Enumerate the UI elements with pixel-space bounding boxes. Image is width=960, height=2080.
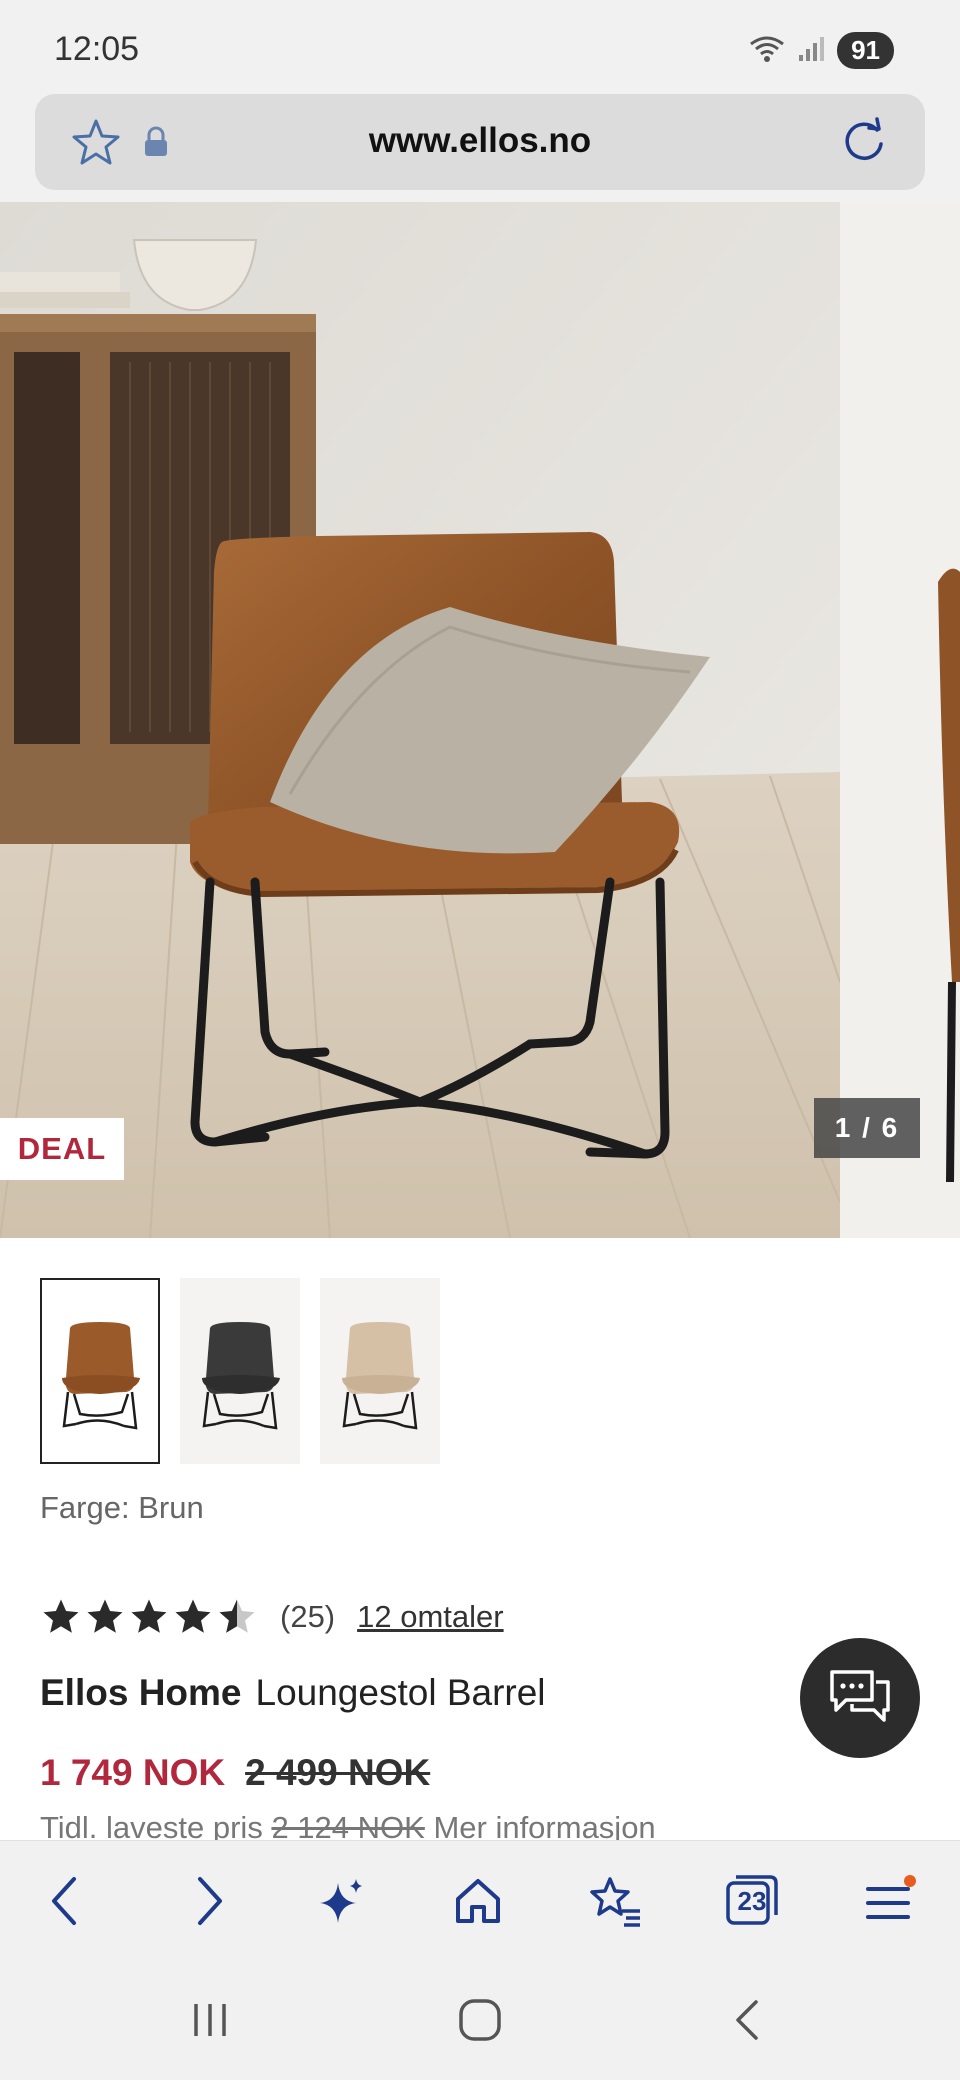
menu-button[interactable] [858, 1869, 922, 1933]
product-name: Loungestol Barrel [255, 1672, 546, 1713]
recents-icon [194, 2004, 226, 2036]
next-image-preview[interactable] [840, 202, 960, 1238]
assistant-button[interactable] [310, 1869, 374, 1933]
bookmarks-icon [590, 1877, 640, 1927]
rating-row: (25) 12 omtaler [40, 1593, 504, 1641]
forward-icon [198, 1877, 222, 1925]
address-bar-container: www.ellos.no [0, 92, 960, 202]
menu-icon [866, 1875, 916, 1919]
wifi-icon [747, 32, 787, 69]
rating-count: (25) [280, 1599, 336, 1634]
browser-toolbar: 23 [0, 1840, 960, 1960]
chat-button[interactable] [800, 1638, 920, 1758]
status-time: 12:05 [54, 30, 140, 68]
star-half-icon [219, 1599, 255, 1633]
address-bar[interactable]: www.ellos.no [35, 94, 925, 190]
current-price: 1 749 NOK [40, 1752, 226, 1793]
original-price: 2 499 NOK [245, 1752, 431, 1793]
signal-icon [797, 33, 827, 68]
swatch-brown[interactable] [40, 1278, 160, 1464]
color-label: Farge: Brun [40, 1490, 204, 1525]
back-system-button[interactable] [718, 1996, 778, 2044]
product-image[interactable] [0, 202, 840, 1238]
recents-button[interactable] [180, 1996, 240, 2044]
home-circle-icon [459, 1999, 501, 2041]
swatch-beige[interactable] [320, 1278, 440, 1464]
reload-icon[interactable] [839, 116, 889, 171]
home-icon [456, 1879, 500, 1923]
star-full-icon [175, 1599, 211, 1633]
home-system-button[interactable] [450, 1996, 510, 2044]
home-button[interactable] [446, 1869, 510, 1933]
back-icon [52, 1877, 76, 1925]
brand-name[interactable]: Ellos Home [40, 1672, 242, 1713]
reviews-link[interactable]: 12 omtaler [357, 1599, 503, 1635]
swatch-black[interactable] [180, 1278, 300, 1464]
tabs-button[interactable]: 23 [720, 1869, 784, 1933]
system-navigation [0, 1960, 960, 2080]
star-full-icon [131, 1599, 167, 1633]
image-counter: 1 / 6 [814, 1098, 920, 1158]
product-title: Ellos Home Loungestol Barrel [40, 1672, 546, 1714]
color-swatches [40, 1278, 440, 1464]
chat-icon [828, 1668, 892, 1729]
rating-stars [40, 1596, 258, 1638]
back-button[interactable] [34, 1869, 98, 1933]
star-full-icon [87, 1599, 123, 1633]
sparkle-icon [320, 1879, 362, 1923]
url-text[interactable]: www.ellos.no [35, 121, 925, 161]
product-gallery[interactable]: DEAL 1 / 6 [0, 202, 960, 1238]
status-icons: 91 [747, 32, 894, 69]
tab-count: 23 [737, 1886, 767, 1916]
price-row: 1 749 NOK 2 499 NOK [40, 1752, 430, 1794]
chevron-left-icon [736, 2000, 758, 2040]
battery-indicator: 91 [837, 32, 894, 69]
status-bar: 12:05 91 [0, 0, 960, 92]
deal-badge: DEAL [0, 1118, 124, 1180]
bookmarks-button[interactable] [584, 1869, 648, 1933]
star-full-icon [43, 1599, 79, 1633]
forward-button[interactable] [176, 1869, 240, 1933]
